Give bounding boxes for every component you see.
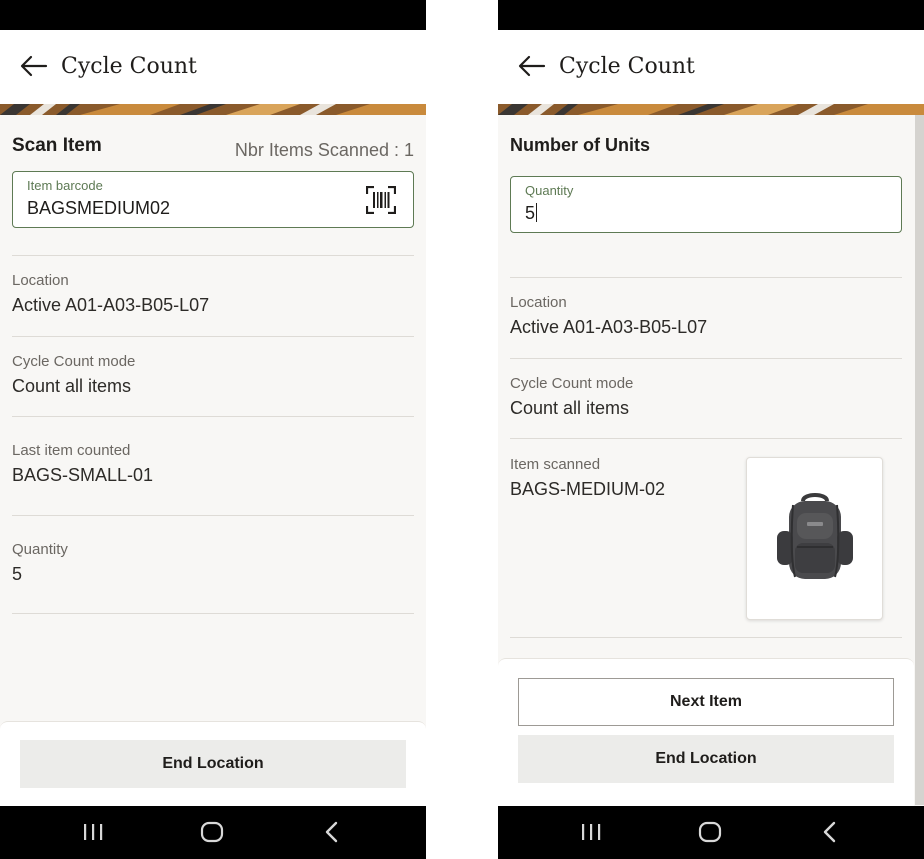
last-item-counted-value: BAGS-SMALL-01 bbox=[12, 465, 154, 485]
section-title: Number of Units bbox=[510, 135, 651, 155]
quantity-field[interactable]: Quantity 5 bbox=[510, 176, 902, 233]
cycle-count-mode-value: Count all items bbox=[12, 376, 132, 396]
divider bbox=[12, 336, 414, 337]
item-image-card bbox=[746, 457, 883, 620]
section-title: Scan Item bbox=[12, 135, 102, 156]
app-header: Cycle Count bbox=[498, 30, 924, 104]
home-icon[interactable] bbox=[198, 820, 226, 844]
recent-apps-icon[interactable] bbox=[577, 820, 605, 844]
location-value: Active A01-A03-B05-L07 bbox=[510, 317, 708, 337]
quantity-label: Quantity bbox=[12, 541, 68, 558]
text-cursor bbox=[536, 203, 538, 222]
phone-screen-number-of-units: Cycle Count Number of Units Quantity 5 L… bbox=[498, 0, 924, 859]
arrow-left-icon[interactable] bbox=[516, 52, 548, 80]
status-bar bbox=[0, 0, 426, 30]
system-nav-bar bbox=[0, 806, 426, 859]
quantity-value: 5 bbox=[12, 564, 23, 584]
location-label: Location bbox=[510, 294, 567, 311]
divider bbox=[12, 255, 414, 256]
item-scanned-label: Item scanned bbox=[510, 456, 601, 473]
recent-apps-icon[interactable] bbox=[79, 820, 107, 844]
footer-actions: Next Item End Location bbox=[498, 658, 914, 806]
next-item-button[interactable]: Next Item bbox=[518, 678, 894, 726]
cycle-count-mode-label: Cycle Count mode bbox=[510, 375, 634, 392]
system-nav-bar bbox=[498, 806, 924, 859]
item-barcode-input[interactable]: BAGSMEDIUM02 bbox=[27, 198, 170, 219]
divider bbox=[12, 613, 414, 614]
divider bbox=[510, 438, 902, 439]
item-barcode-label: Item barcode bbox=[27, 178, 103, 193]
location-value: Active A01-A03-B05-L07 bbox=[12, 295, 210, 315]
arrow-left-icon[interactable] bbox=[18, 52, 50, 80]
quantity-label: Quantity bbox=[525, 183, 574, 198]
page-title: Cycle Count bbox=[61, 54, 197, 79]
back-icon[interactable] bbox=[318, 820, 346, 844]
items-scanned-count: Nbr Items Scanned : 1 bbox=[234, 140, 414, 160]
location-label: Location bbox=[12, 272, 69, 289]
decorative-pattern-strip bbox=[498, 104, 924, 115]
end-location-button[interactable]: End Location bbox=[20, 740, 406, 788]
footer-actions: End Location bbox=[0, 721, 426, 806]
barcode-icon[interactable] bbox=[366, 186, 396, 214]
last-item-counted-label: Last item counted bbox=[12, 442, 131, 459]
end-location-button[interactable]: End Location bbox=[518, 735, 894, 783]
cycle-count-mode-value: Count all items bbox=[510, 398, 630, 418]
divider bbox=[12, 416, 414, 417]
item-scanned-value: BAGS-MEDIUM-02 bbox=[510, 479, 666, 499]
backpack-image bbox=[777, 493, 853, 579]
cycle-count-mode-label: Cycle Count mode bbox=[12, 353, 136, 370]
divider bbox=[510, 637, 902, 638]
phone-screen-scan-item: Cycle Count Scan Item Nbr Items Scanned … bbox=[0, 0, 426, 859]
quantity-input[interactable]: 5 bbox=[525, 203, 538, 224]
divider bbox=[510, 277, 902, 278]
divider bbox=[510, 358, 902, 359]
status-bar bbox=[498, 0, 924, 30]
item-barcode-field[interactable]: Item barcode BAGSMEDIUM02 bbox=[12, 171, 414, 228]
divider bbox=[12, 515, 414, 516]
home-icon[interactable] bbox=[696, 820, 724, 844]
page-title: Cycle Count bbox=[559, 54, 695, 79]
back-icon[interactable] bbox=[816, 820, 844, 844]
decorative-pattern-strip bbox=[0, 104, 426, 115]
app-header: Cycle Count bbox=[0, 30, 426, 104]
scrollbar[interactable] bbox=[915, 115, 924, 805]
